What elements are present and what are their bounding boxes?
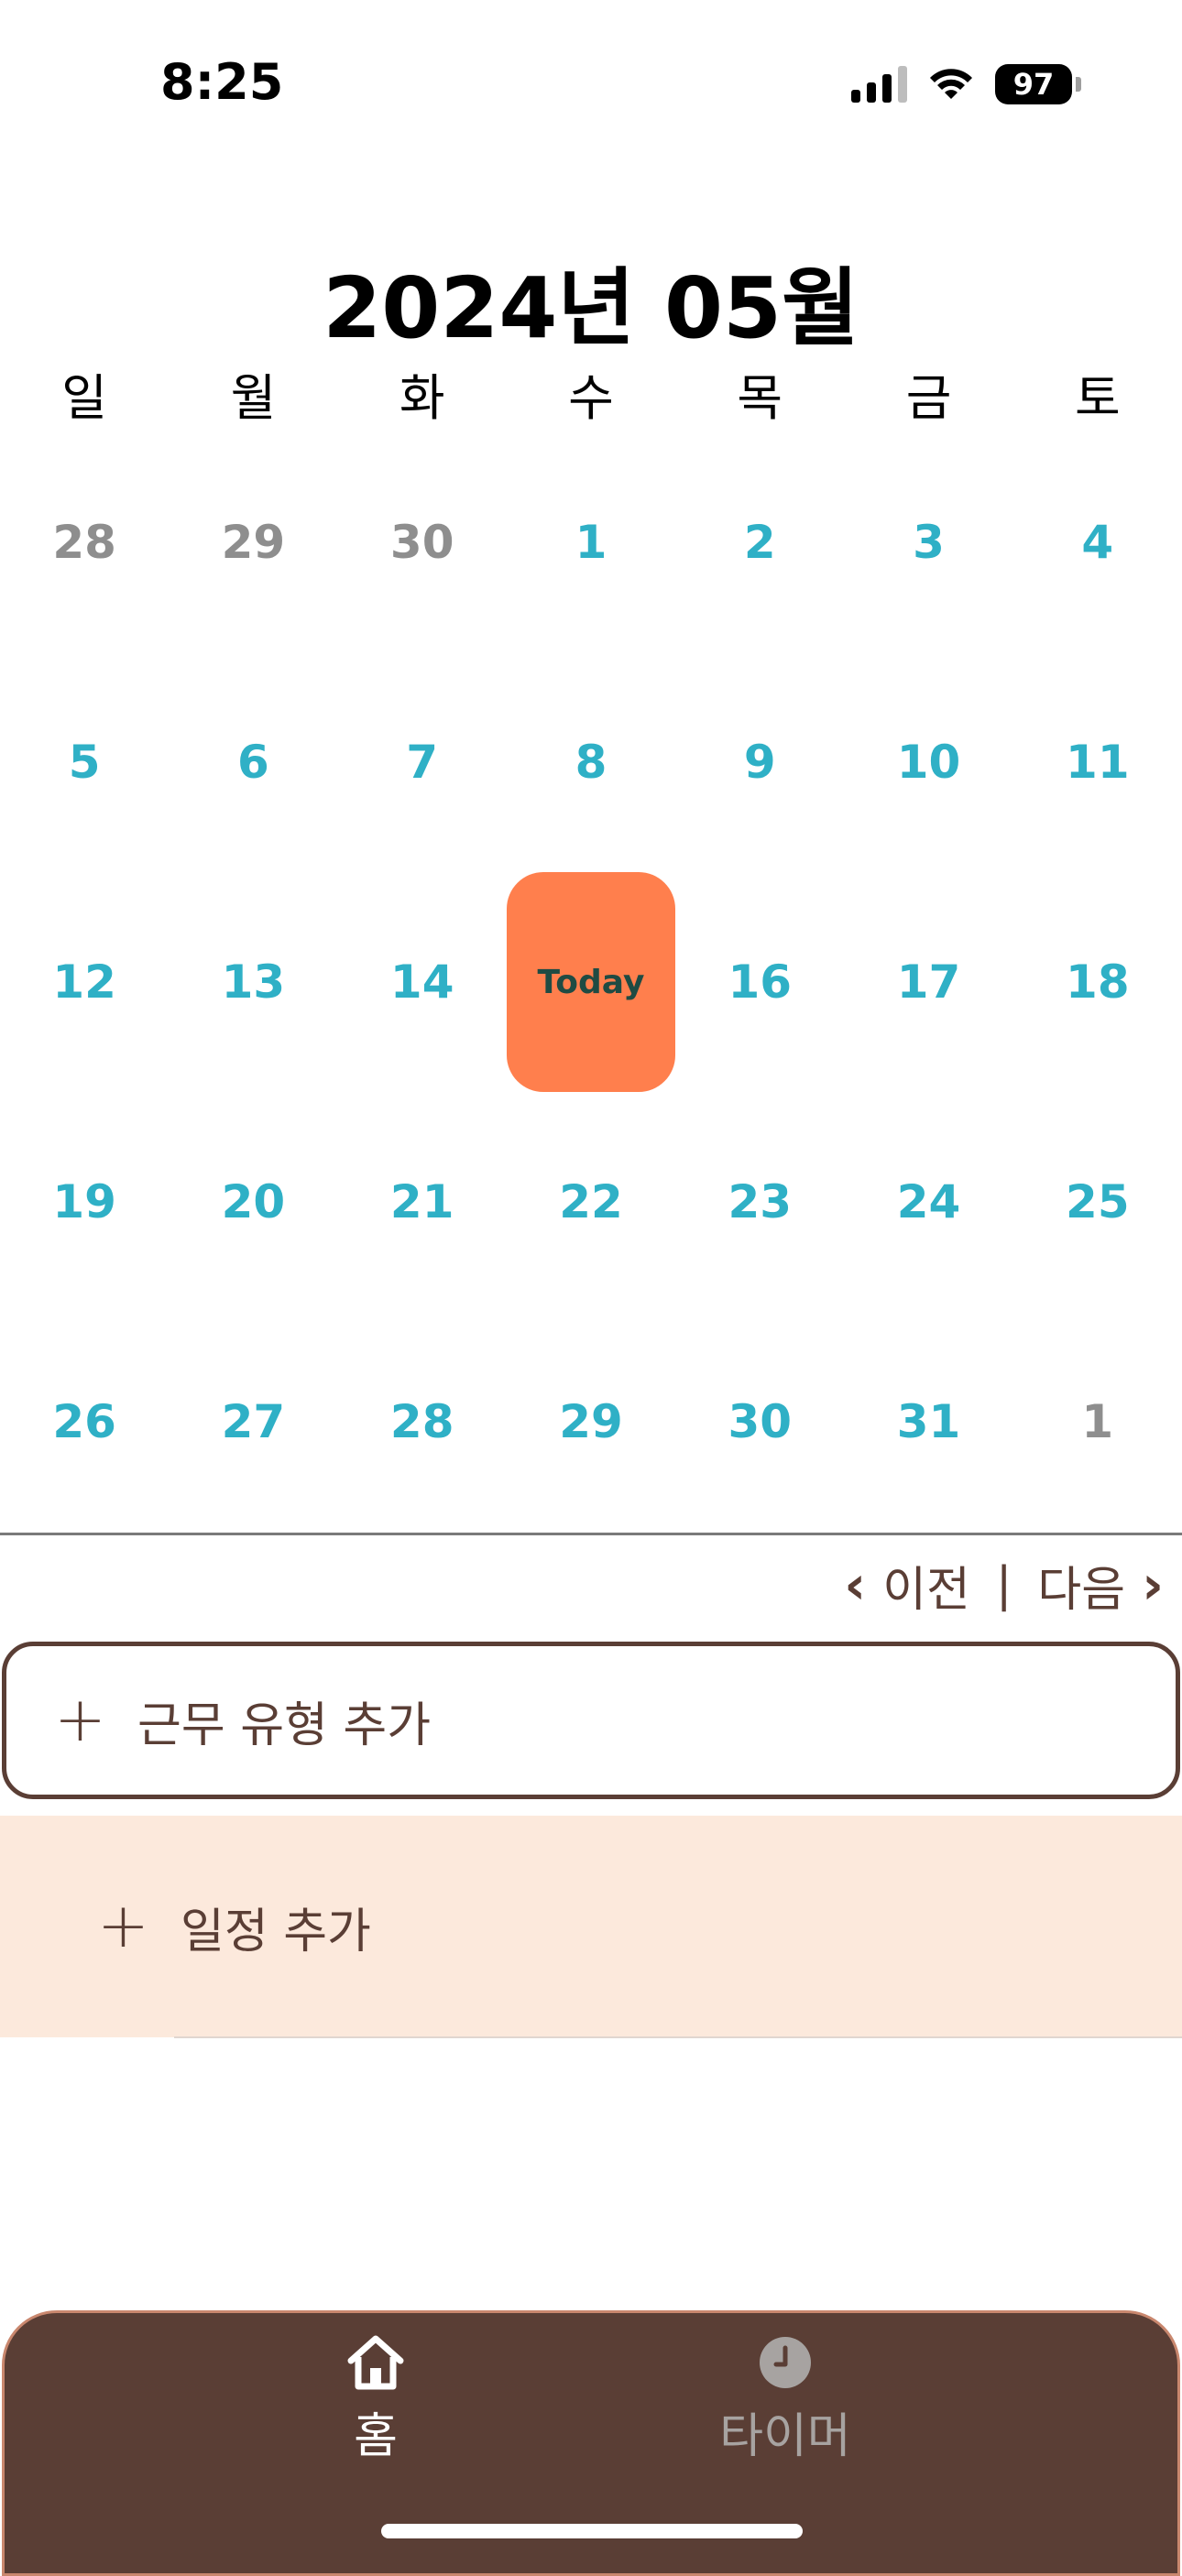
chevron-left-icon[interactable]: ‹ bbox=[844, 1558, 866, 1611]
tab-home[interactable]: 홈 bbox=[284, 2333, 467, 2466]
tab-home-label: 홈 bbox=[354, 2409, 398, 2464]
signal-icon bbox=[851, 66, 907, 103]
calendar-day[interactable]: 5 bbox=[0, 652, 169, 872]
calendar-day[interactable]: 29 bbox=[507, 1312, 675, 1532]
calendar-week-row: 28 29 30 1 2 3 4 bbox=[0, 432, 1182, 652]
calendar-day[interactable]: 30 bbox=[675, 1312, 844, 1532]
add-shift-type-button[interactable]: + 근무 유형 추가 bbox=[2, 1642, 1180, 1799]
calendar-day[interactable]: 30 bbox=[338, 432, 507, 652]
home-indicator bbox=[381, 2524, 803, 2538]
weekday-label: 월 bbox=[230, 369, 277, 427]
weekday-header: 일월화수목금토 bbox=[0, 357, 1182, 427]
calendar-day[interactable]: 23 bbox=[675, 1092, 844, 1312]
calendar-day[interactable]: 4 bbox=[1013, 432, 1182, 652]
calendar-day[interactable]: 25 bbox=[1013, 1092, 1182, 1312]
calendar-day[interactable]: 28 bbox=[0, 432, 169, 652]
calendar-day[interactable]: 22 bbox=[507, 1092, 675, 1312]
calendar-day[interactable]: 16 bbox=[675, 872, 844, 1092]
calendar-day[interactable]: 2 bbox=[675, 432, 844, 652]
chevron-right-icon[interactable]: › bbox=[1142, 1558, 1164, 1611]
calendar-day[interactable]: 3 bbox=[844, 432, 1012, 652]
calendar-day[interactable]: 1 bbox=[507, 432, 675, 652]
calendar-week-row: 26 27 28 29 30 31 1 bbox=[0, 1312, 1182, 1532]
nav-separator: | bbox=[995, 1557, 1012, 1612]
calendar-day[interactable]: 14 bbox=[338, 872, 507, 1092]
prev-month-button[interactable]: 이전 bbox=[882, 1551, 970, 1620]
status-icons: 97 bbox=[851, 64, 1081, 104]
calendar-week-row: 5 6 7 8 9 10 11 bbox=[0, 652, 1182, 872]
battery-level: 97 bbox=[995, 64, 1072, 104]
home-icon bbox=[347, 2335, 404, 2390]
weekday-label: 수 bbox=[568, 369, 614, 427]
calendar-day[interactable]: 1 bbox=[1013, 1312, 1182, 1532]
calendar-day[interactable]: 10 bbox=[844, 652, 1012, 872]
status-time: 8:25 bbox=[160, 53, 284, 111]
weekday-label: 화 bbox=[399, 369, 445, 427]
month-title: 2024년 05월 bbox=[323, 259, 859, 357]
weekday-label: 목 bbox=[737, 369, 783, 427]
calendar-day[interactable]: 7 bbox=[338, 652, 507, 872]
calendar-week-row: 12 13 14 Today 16 17 18 bbox=[0, 872, 1182, 1092]
calendar-day[interactable]: 9 bbox=[675, 652, 844, 872]
calendar-day[interactable]: 18 bbox=[1013, 872, 1182, 1092]
plus-icon: + bbox=[54, 1684, 106, 1756]
calendar-day[interactable]: 6 bbox=[169, 652, 337, 872]
calendar-day[interactable]: 8 bbox=[507, 652, 675, 872]
calendar-week-row: 19 20 21 22 23 24 25 bbox=[0, 1092, 1182, 1312]
add-schedule-label: 일정 추가 bbox=[180, 1904, 371, 1959]
weekday-label: 금 bbox=[905, 369, 952, 427]
status-bar: 8:25 97 bbox=[0, 0, 1182, 174]
calendar-day[interactable]: 13 bbox=[169, 872, 337, 1092]
clock-icon bbox=[760, 2337, 811, 2388]
plus-icon: + bbox=[97, 1890, 149, 1962]
calendar-day[interactable]: 28 bbox=[338, 1312, 507, 1532]
calendar-day-today[interactable]: Today bbox=[506, 872, 675, 1092]
calendar-day[interactable]: 12 bbox=[0, 872, 169, 1092]
weekday-label: 토 bbox=[1074, 369, 1121, 427]
add-schedule-button[interactable]: + 일정 추가 bbox=[0, 1816, 1182, 2037]
calendar-day[interactable]: 17 bbox=[844, 872, 1012, 1092]
calendar-day[interactable]: 11 bbox=[1013, 652, 1182, 872]
add-shift-type-label: 근무 유형 추가 bbox=[137, 1697, 432, 1753]
weekday-label: 일 bbox=[61, 369, 107, 427]
tab-timer[interactable]: 타이머 bbox=[694, 2333, 877, 2466]
calendar-grid: 28 29 30 1 2 3 4 5 6 7 8 9 10 11 12 13 14 Today 16 17 18 19 20… bbox=[0, 432, 1182, 1532]
schedule-divider bbox=[174, 2036, 1182, 2038]
tab-timer-label: 타이머 bbox=[719, 2409, 851, 2464]
calendar-day[interactable]: 19 bbox=[0, 1092, 169, 1312]
calendar-day[interactable]: 21 bbox=[338, 1092, 507, 1312]
calendar-day[interactable]: 31 bbox=[844, 1312, 1012, 1532]
month-navigation: ‹ 이전 | 다음 › bbox=[844, 1557, 1164, 1618]
today-label: Today bbox=[506, 872, 675, 1092]
calendar-day[interactable]: 27 bbox=[169, 1312, 337, 1532]
battery-icon: 97 bbox=[995, 64, 1081, 104]
next-month-button[interactable]: 다음 bbox=[1037, 1551, 1125, 1620]
divider bbox=[0, 1533, 1182, 1535]
wifi-icon bbox=[930, 69, 972, 99]
calendar-day[interactable]: 24 bbox=[844, 1092, 1012, 1312]
calendar-day[interactable]: 20 bbox=[169, 1092, 337, 1312]
calendar-day[interactable]: 29 bbox=[169, 432, 337, 652]
calendar-day[interactable]: 26 bbox=[0, 1312, 169, 1532]
